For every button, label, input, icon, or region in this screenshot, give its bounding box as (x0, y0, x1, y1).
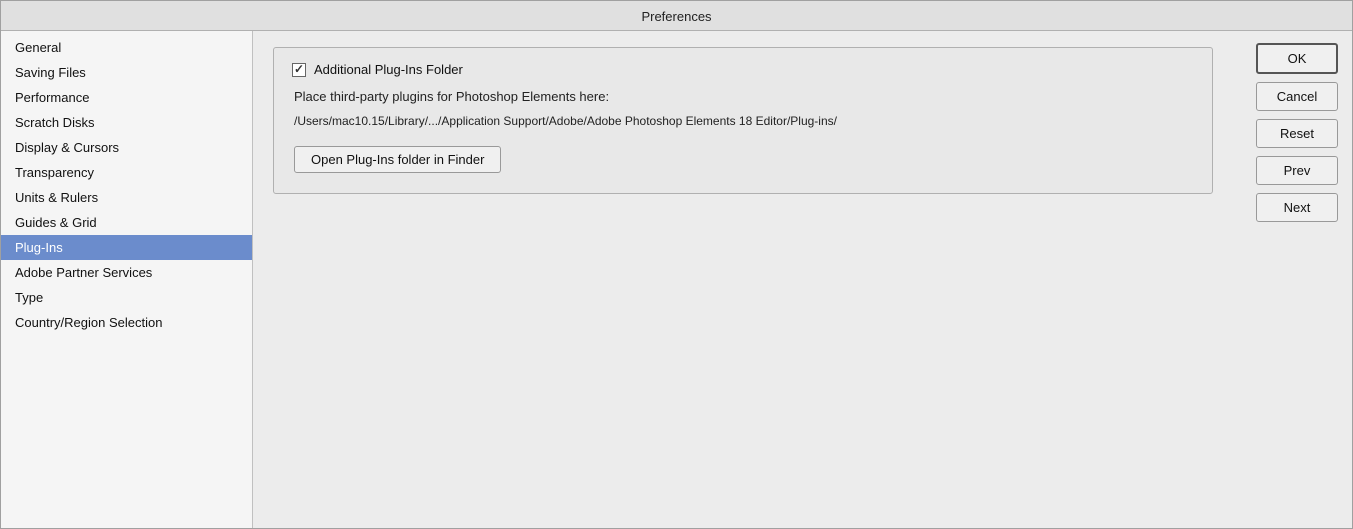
sidebar-item-type[interactable]: Type (1, 285, 252, 310)
prev-button[interactable]: Prev (1256, 156, 1338, 185)
next-button[interactable]: Next (1256, 193, 1338, 222)
title-bar: Preferences (1, 1, 1352, 31)
sidebar-item-general[interactable]: General (1, 35, 252, 60)
sidebar-item-display-cursors[interactable]: Display & Cursors (1, 135, 252, 160)
preferences-dialog: Preferences GeneralSaving FilesPerforman… (0, 0, 1353, 529)
plugin-path: /Users/mac10.15/Library/.../Application … (294, 114, 1194, 128)
sidebar-item-guides-grid[interactable]: Guides & Grid (1, 210, 252, 235)
sidebar: GeneralSaving FilesPerformanceScratch Di… (1, 31, 253, 528)
sidebar-item-transparency[interactable]: Transparency (1, 160, 252, 185)
dialog-body: GeneralSaving FilesPerformanceScratch Di… (1, 31, 1352, 528)
cancel-button[interactable]: Cancel (1256, 82, 1338, 111)
sidebar-item-plug-ins[interactable]: Plug-Ins (1, 235, 252, 260)
plugin-description: Place third-party plugins for Photoshop … (294, 89, 1194, 104)
open-folder-button[interactable]: Open Plug-Ins folder in Finder (294, 146, 501, 173)
reset-button[interactable]: Reset (1256, 119, 1338, 148)
buttons-column: OK Cancel Reset Prev Next (1242, 31, 1352, 528)
plugin-box-title: Additional Plug-Ins Folder (314, 62, 463, 77)
sidebar-item-units-rulers[interactable]: Units & Rulers (1, 185, 252, 210)
window-title: Preferences (641, 9, 711, 24)
sidebar-item-scratch-disks[interactable]: Scratch Disks (1, 110, 252, 135)
ok-button[interactable]: OK (1256, 43, 1338, 74)
main-content: Additional Plug-Ins Folder Place third-p… (253, 31, 1242, 528)
plugin-ins-box: Additional Plug-Ins Folder Place third-p… (273, 47, 1213, 194)
sidebar-item-adobe-partner-services[interactable]: Adobe Partner Services (1, 260, 252, 285)
sidebar-item-performance[interactable]: Performance (1, 85, 252, 110)
additional-folder-checkbox[interactable] (292, 63, 306, 77)
sidebar-item-saving-files[interactable]: Saving Files (1, 60, 252, 85)
sidebar-item-country-region[interactable]: Country/Region Selection (1, 310, 252, 335)
plugin-box-header: Additional Plug-Ins Folder (292, 62, 1194, 77)
